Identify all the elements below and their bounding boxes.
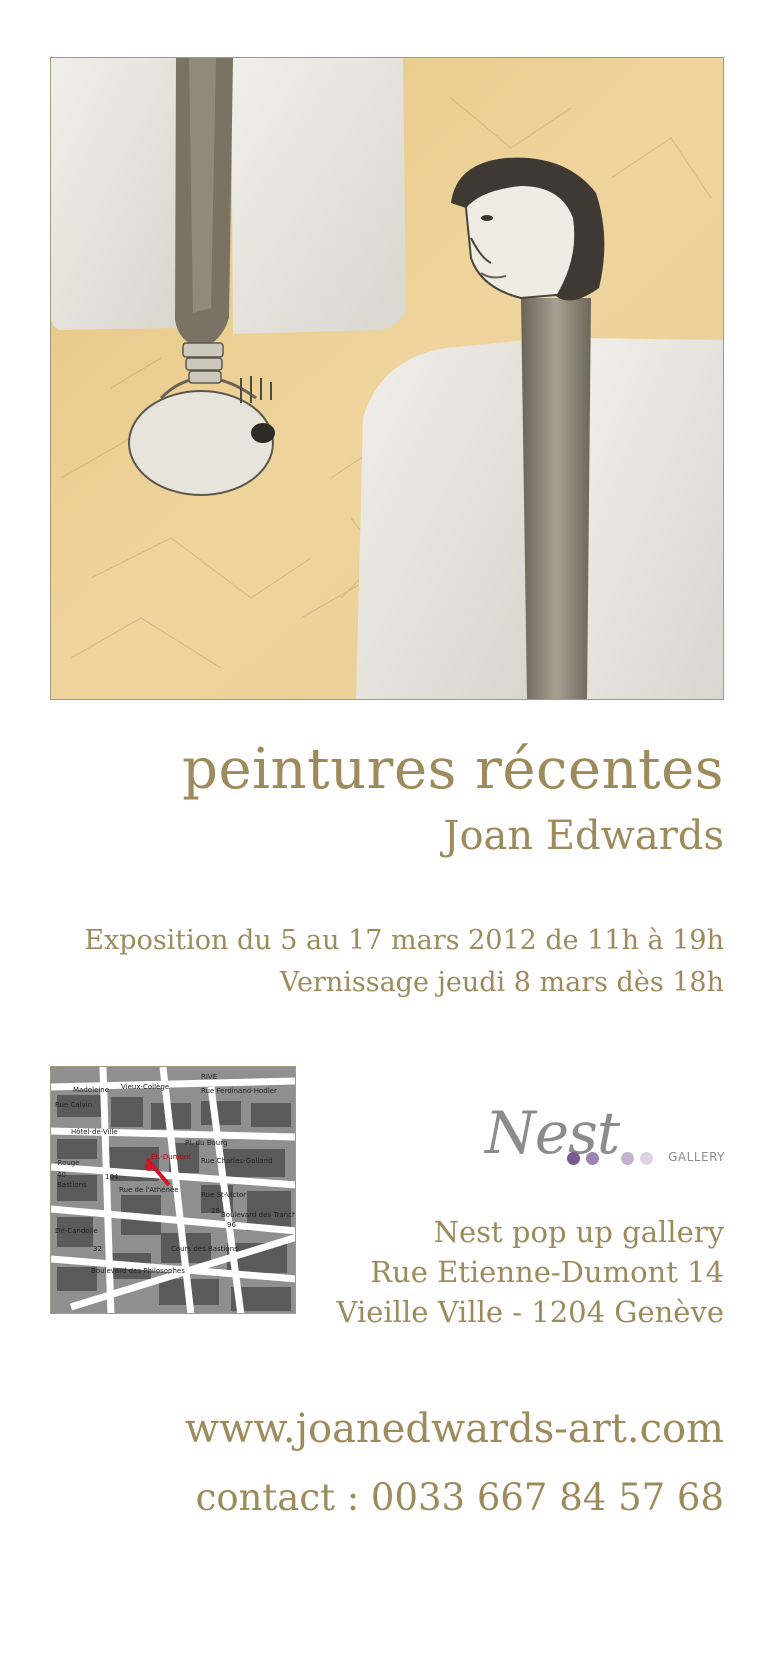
map-label-40: 40: [57, 1171, 66, 1179]
address-line-2: Rue Etienne-Dumont 14: [370, 1255, 724, 1289]
website-link[interactable]: www.joanedwards-art.com: [185, 1405, 724, 1453]
map-label-96: 96: [227, 1221, 236, 1229]
map-label-rouge: -Rouge: [55, 1159, 80, 1167]
address-line-1: Nest pop up gallery: [433, 1215, 724, 1249]
gallery-address: Nest pop up gallery Rue Etienne-Dumont 1…: [337, 1212, 724, 1332]
map-label-bastions: Bastions: [57, 1181, 87, 1189]
exhibition-dates: Exposition du 5 au 17 mars 2012 de 11h à…: [84, 920, 724, 1004]
map-label-athenee: Rue de l'Athénée: [119, 1186, 179, 1194]
exhibition-line: Exposition du 5 au 17 mars 2012 de 11h à…: [84, 925, 724, 956]
vernissage-line: Vernissage jeudi 8 mars dès 18h: [279, 967, 724, 998]
logo-dot-4: [640, 1152, 653, 1165]
location-map: Madeleine Vieux-Collège RIVE Rue Ferdina…: [50, 1066, 296, 1314]
map-label-32: 32: [93, 1245, 102, 1253]
map-label-hotel: Hôtel-de-Ville: [71, 1128, 118, 1136]
logo-dot-1: [567, 1152, 580, 1165]
contact-phone: contact : 0033 667 84 57 68: [195, 1476, 724, 1519]
map-label-candolle: De-Candolle: [55, 1227, 98, 1235]
nest-gallery-logo: Nest GALLERY: [485, 1098, 725, 1178]
map-label-28: 28: [211, 1207, 220, 1215]
map-label-victor: Rue St-Victor: [201, 1191, 246, 1199]
map-label-philosophes: Boulevard des Philosophes: [91, 1267, 185, 1275]
map-label-rive: RIVE: [201, 1073, 217, 1081]
map-label-104: 104: [105, 1173, 119, 1181]
exhibition-title: peintures récentes: [182, 737, 724, 802]
map-label-charles: Rue Charles-Galland: [201, 1157, 272, 1165]
map-label-vieux-college: Vieux-Collège: [121, 1083, 169, 1091]
exhibition-painting: [50, 57, 724, 700]
logo-dot-2: [586, 1152, 599, 1165]
map-label-tranchees: Boulevard des Tranchées: [221, 1211, 296, 1219]
map-label-cours: Cours des Bastions: [171, 1245, 238, 1253]
map-label-madeleine: Madeleine: [73, 1086, 109, 1094]
logo-dot-3: [621, 1152, 634, 1165]
logo-dots: [567, 1150, 659, 1169]
map-label-ferdinand: Rue Ferdinand-Hodler: [201, 1087, 277, 1095]
address-line-3: Vieille Ville - 1204 Genève: [336, 1295, 724, 1329]
artist-name: Joan Edwards: [443, 813, 724, 859]
logo-gallery-label: GALLERY: [668, 1150, 725, 1164]
map-label-bourg: Pl. du Bourg: [185, 1139, 227, 1147]
map-label-dumont: Et.-Dumont: [151, 1153, 191, 1161]
map-label-calvin: Rue Calvin: [55, 1101, 92, 1109]
